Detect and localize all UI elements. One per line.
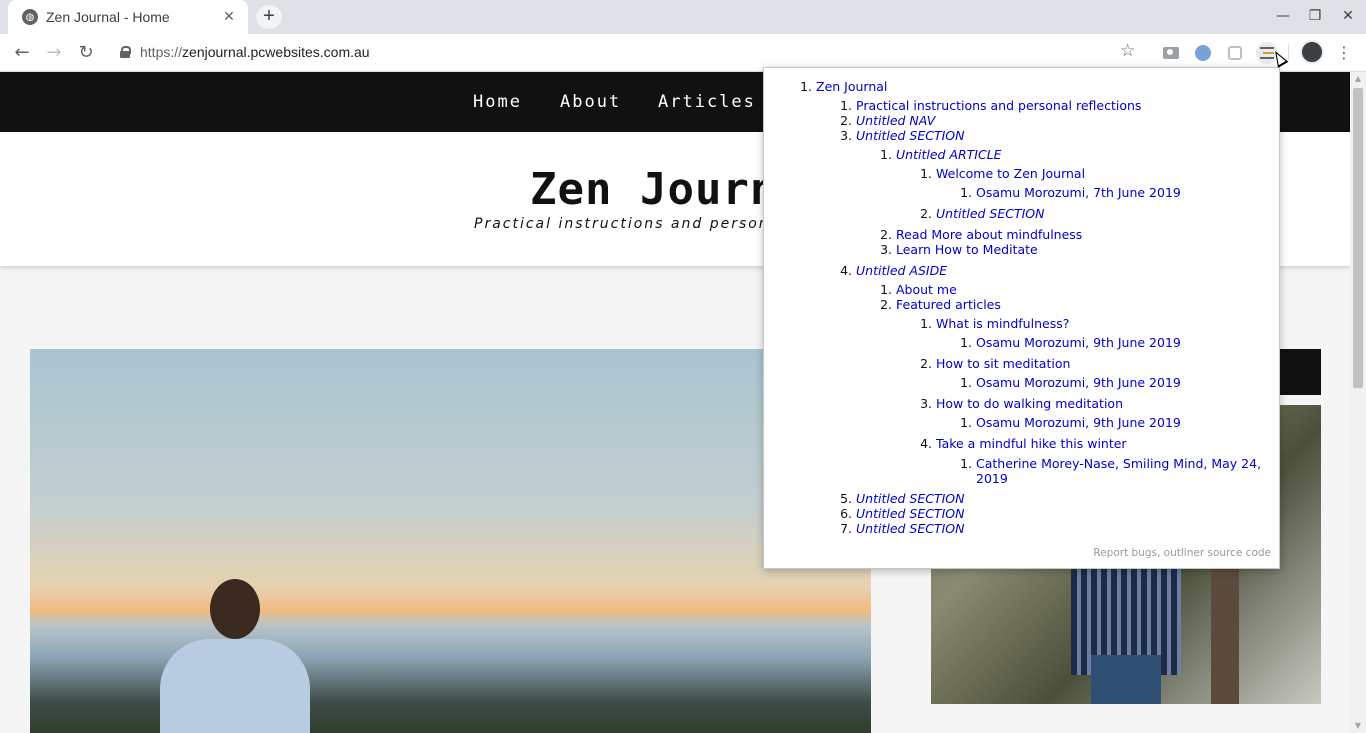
outline-item[interactable]: 3. Learn How to Meditate xyxy=(864,242,1038,257)
outline-item[interactable]: 2. Untitled SECTION xyxy=(904,206,1044,221)
nav-about[interactable]: About xyxy=(560,92,621,112)
outline-item[interactable]: 1. Osamu Morozumi, 7th June 2019 xyxy=(944,185,1181,200)
outline-item[interactable]: 2. How to sit meditation xyxy=(904,356,1070,371)
minimize-icon[interactable]: — xyxy=(1273,8,1293,24)
outliner-footer: Report bugs, outliner source code xyxy=(1093,547,1271,559)
person-jeans xyxy=(1091,655,1161,704)
hero-image xyxy=(30,349,871,733)
outline-item[interactable]: 6. Untitled SECTION xyxy=(824,506,964,521)
outline-item[interactable]: 1. Welcome to Zen Journal xyxy=(904,166,1085,181)
bookmark-star-icon[interactable]: ☆ xyxy=(1120,41,1135,61)
back-icon[interactable]: ← xyxy=(10,41,34,65)
restore-icon[interactable]: ❐ xyxy=(1305,8,1325,24)
outline-item[interactable]: 2. Read More about mindfulness xyxy=(864,227,1082,242)
toolbar-divider xyxy=(1288,44,1289,60)
outline-item[interactable]: 3. How to do walking meditation xyxy=(904,396,1123,411)
address-bar[interactable]: https://zenjournal.pcwebsites.com.au xyxy=(108,38,1148,66)
outline-item[interactable]: 1. Catherine Morey-Nase, Smiling Mind, Ma… xyxy=(944,456,1261,471)
outline-item[interactable]: 7. Untitled SECTION xyxy=(824,521,964,536)
nav-articles[interactable]: Articles xyxy=(658,92,756,112)
hero-person-head xyxy=(210,579,260,639)
nav-home[interactable]: Home xyxy=(473,92,522,112)
page-scrollbar[interactable]: ▲ ▼ xyxy=(1350,72,1366,733)
circle-extension-icon[interactable] xyxy=(1192,42,1214,64)
outline-item[interactable]: 4. Take a mindful hike this winter xyxy=(904,436,1127,451)
tab-strip: ◍ Zen Journal - Home ✕ + — ❐ ✕ xyxy=(0,0,1366,34)
grid-extension-icon[interactable] xyxy=(1224,42,1246,64)
lock-icon xyxy=(120,46,131,58)
outline-item[interactable]: 1. Practical instructions and personal re… xyxy=(824,98,1141,113)
outliner-source-link[interactable]: outliner source code xyxy=(1164,547,1271,559)
outline-item[interactable]: 2. Untitled NAV xyxy=(824,113,935,128)
reload-icon[interactable]: ↻ xyxy=(74,41,98,65)
scroll-down-icon[interactable]: ▼ xyxy=(1350,719,1366,733)
outline-item-continued[interactable]: 2019 xyxy=(944,471,1008,486)
scroll-thumb[interactable] xyxy=(1353,88,1363,388)
globe-icon: ◍ xyxy=(22,9,38,25)
outline-item[interactable]: 4. Untitled ASIDE xyxy=(824,263,947,278)
outline-item[interactable]: 1. Osamu Morozumi, 9th June 2019 xyxy=(944,415,1181,430)
outliner-popup: 1. Zen Journal 1. Practical instructions a… xyxy=(763,67,1280,569)
outline-item[interactable]: 1. Osamu Morozumi, 9th June 2019 xyxy=(944,335,1181,350)
outline-item[interactable]: 1. What is mindfulness? xyxy=(904,316,1069,331)
outline-item[interactable]: 3. Untitled SECTION xyxy=(824,128,964,143)
outline-item[interactable]: 1. Osamu Morozumi, 9th June 2019 xyxy=(944,375,1181,390)
window-close-icon[interactable]: ✕ xyxy=(1338,8,1358,24)
outline-item[interactable]: 5. Untitled SECTION xyxy=(824,491,964,506)
hero-person-body xyxy=(160,639,310,733)
outline-item[interactable]: 2. Featured articles xyxy=(864,297,1001,312)
tab-close-icon[interactable]: ✕ xyxy=(220,9,238,25)
forward-icon[interactable]: → xyxy=(42,41,66,65)
url-text: https://zenjournal.pcwebsites.com.au xyxy=(140,44,370,60)
scroll-up-icon[interactable]: ▲ xyxy=(1350,72,1366,86)
browser-tab[interactable]: ◍ Zen Journal - Home ✕ xyxy=(8,0,248,34)
report-bugs-link[interactable]: Report bugs xyxy=(1093,547,1157,559)
browser-menu-icon[interactable]: ⋮ xyxy=(1336,43,1352,62)
outline-item[interactable]: 1. Untitled ARTICLE xyxy=(864,147,1002,162)
outline-item[interactable]: 1. About me xyxy=(864,282,957,297)
profile-avatar[interactable] xyxy=(1300,40,1324,64)
tab-title: Zen Journal - Home xyxy=(46,9,170,25)
new-tab-button[interactable]: + xyxy=(256,5,282,29)
camera-icon[interactable] xyxy=(1160,42,1182,64)
outline-item[interactable]: 1. Zen Journal xyxy=(784,79,887,94)
